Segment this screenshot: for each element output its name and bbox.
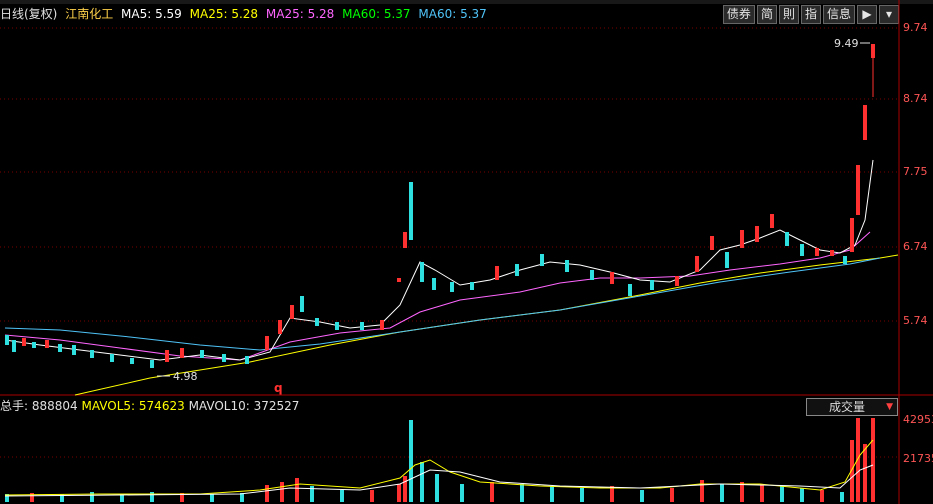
kline-chart[interactable]: 9.74 8.74 7.75 6.74 5.74 42953 21735 <box>0 0 933 504</box>
volume-legend: 总手: 888804 MAVOL5: 574623 MAVOL10: 37252… <box>0 398 299 414</box>
event-marker[interactable]: q <box>274 381 283 395</box>
volume-axis-label-2: 21735 <box>903 452 933 465</box>
ma5-line <box>4 159 874 361</box>
price-axis-label-5: 5.74 <box>903 314 928 327</box>
total-volume: 总手: 888804 <box>0 399 78 413</box>
ma-long-line <box>74 254 899 396</box>
price-axis-label-1: 9.74 <box>903 21 928 34</box>
price-axis-label-4: 6.74 <box>903 240 928 253</box>
mavol5-value: MAVOL5: 574623 <box>81 399 185 413</box>
price-axis-label-2: 8.74 <box>903 92 928 105</box>
ma60-line <box>4 257 881 351</box>
volume-bars <box>5 418 875 502</box>
price-axis-label-3: 7.75 <box>903 165 928 178</box>
indicator-selector-label: 成交量 <box>829 400 866 414</box>
mavol10-value: MAVOL10: 372527 <box>188 399 300 413</box>
chevron-down-icon: ▼ <box>886 402 893 412</box>
indicator-selector[interactable]: 成交量 ▼ <box>806 398 898 416</box>
candlesticks <box>5 44 875 368</box>
high-price-label: 9.49 <box>834 37 859 50</box>
ma25-line <box>4 231 871 361</box>
low-price-label: 4.98 <box>173 370 198 383</box>
volume-axis-label-1: 42953 <box>903 413 933 426</box>
